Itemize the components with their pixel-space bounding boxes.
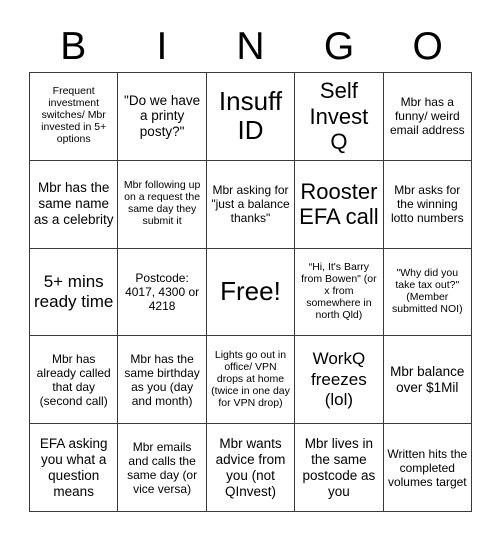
bingo-cell-r4-c5[interactable]: Mbr balance over $1Mil bbox=[383, 336, 472, 425]
bingo-cell-r3-c2[interactable]: Postcode: 4017, 4300 or 4218 bbox=[118, 248, 207, 337]
bingo-cell-r5-c2[interactable]: Mbr emails and calls the same day (or vi… bbox=[118, 424, 207, 512]
bingo-header-letter-1: I bbox=[156, 24, 168, 68]
bingo-cell-r1-c5[interactable]: Mbr has a funny/ weird email address bbox=[383, 73, 472, 161]
bingo-cell-r2-c2[interactable]: Mbr following up on a request the same d… bbox=[118, 160, 207, 249]
bingo-card: B I N G O Frequent investment switches/ Mbr … bbox=[0, 0, 500, 544]
bingo-cell-r1-c1[interactable]: Frequent investment switches/ Mbr invest… bbox=[30, 73, 119, 161]
bingo-cell-label: EFA asking you what a question means bbox=[39, 435, 108, 499]
bingo-cell-label: Mbr asks for the winning lotto numbers bbox=[390, 183, 464, 226]
bingo-cell-label: Mbr lives in the same postcode as you bbox=[302, 435, 376, 499]
bingo-cell-label: 5+ mins ready time bbox=[34, 271, 114, 311]
bingo-header-row: BINGO bbox=[29, 20, 472, 72]
bingo-cell-label: Mbr following up on a request the same d… bbox=[123, 179, 201, 228]
bingo-cell-label: Written hits the completed volumes targe… bbox=[387, 446, 468, 489]
bingo-cell-label: Self Invest Q bbox=[309, 78, 369, 155]
bingo-cell-label: Mbr wants advice from you (not QInvest) bbox=[215, 435, 286, 499]
bingo-cell-r3-c1[interactable]: 5+ mins ready time bbox=[30, 248, 119, 337]
bingo-header-letter-2: N bbox=[236, 24, 265, 68]
bingo-header-letter-3: G bbox=[323, 24, 355, 68]
bingo-cell-label: Mbr asking for "just a balance thanks" bbox=[211, 183, 290, 226]
bingo-cell-r4-c4[interactable]: WorkQ freezes (lol) bbox=[295, 336, 384, 425]
bingo-cell-label: "Why did you take tax out?" (Member subm… bbox=[391, 267, 463, 315]
bingo-cell-label: Mbr emails and calls the same day (or vi… bbox=[127, 439, 198, 496]
bingo-cell-label: Rooster EFA call bbox=[299, 178, 379, 230]
bingo-cell-r1-c2[interactable]: "Do we have a printy posty?" bbox=[118, 73, 207, 161]
bingo-cell-r5-c5[interactable]: Written hits the completed volumes targe… bbox=[383, 424, 472, 512]
bingo-cell-label: Mbr has the same name as a celebrity bbox=[33, 180, 114, 228]
bingo-cell-r4-c3[interactable]: Lights go out in office/ VPN drops at ho… bbox=[206, 336, 296, 425]
bingo-cell-label: Postcode: 4017, 4300 or 4218 bbox=[125, 270, 200, 313]
bingo-header-letter-0: B bbox=[60, 24, 87, 68]
bingo-cell-label: Mbr balance over $1Mil bbox=[390, 363, 465, 395]
bingo-cell-free-space[interactable]: Free! bbox=[206, 248, 296, 337]
bingo-cell-r2-c5[interactable]: Mbr asks for the winning lotto numbers bbox=[383, 160, 472, 249]
bingo-cell-r3-c4[interactable]: “Hi, It's Barry from Bowen" (or x from s… bbox=[295, 248, 384, 337]
bingo-cell-label: Lights go out in office/ VPN drops at ho… bbox=[211, 348, 290, 409]
bingo-cell-r2-c3[interactable]: Mbr asking for "just a balance thanks" bbox=[206, 160, 296, 249]
bingo-cell-label: WorkQ freezes (lol) bbox=[311, 349, 367, 409]
bingo-cell-r4-c1[interactable]: Mbr has already called that day (second … bbox=[30, 336, 119, 425]
bingo-cell-label: Frequent investment switches/ Mbr invest… bbox=[41, 85, 107, 146]
bingo-cell-r5-c1[interactable]: EFA asking you what a question means bbox=[30, 424, 119, 512]
bingo-cell-label: "Do we have a printy posty?" bbox=[124, 92, 201, 140]
bingo-cell-r1-c3[interactable]: Insuff ID bbox=[206, 73, 296, 161]
bingo-cell-r3-c5[interactable]: "Why did you take tax out?" (Member subm… bbox=[383, 248, 472, 337]
bingo-cell-label: Mbr has the same birthday as you (day an… bbox=[124, 351, 200, 408]
bingo-cell-r2-c1[interactable]: Mbr has the same name as a celebrity bbox=[30, 160, 119, 249]
bingo-cell-label: Free! bbox=[220, 276, 281, 307]
bingo-cell-label: Insuff ID bbox=[218, 85, 283, 146]
bingo-cell-r5-c4[interactable]: Mbr lives in the same postcode as you bbox=[295, 424, 384, 512]
bingo-header-letter-4: O bbox=[412, 24, 443, 68]
bingo-cell-r2-c4[interactable]: Rooster EFA call bbox=[295, 160, 384, 249]
bingo-cell-label: “Hi, It's Barry from Bowen" (or x from s… bbox=[301, 261, 377, 321]
bingo-cell-label: Mbr has a funny/ weird email address bbox=[389, 95, 465, 138]
bingo-cell-r4-c2[interactable]: Mbr has the same birthday as you (day an… bbox=[118, 336, 207, 425]
bingo-grid: Frequent investment switches/ Mbr invest… bbox=[29, 72, 472, 512]
bingo-cell-r1-c4[interactable]: Self Invest Q bbox=[295, 73, 384, 161]
bingo-cell-r5-c3[interactable]: Mbr wants advice from you (not QInvest) bbox=[206, 424, 296, 512]
bingo-cell-label: Mbr has already called that day (second … bbox=[36, 351, 111, 408]
